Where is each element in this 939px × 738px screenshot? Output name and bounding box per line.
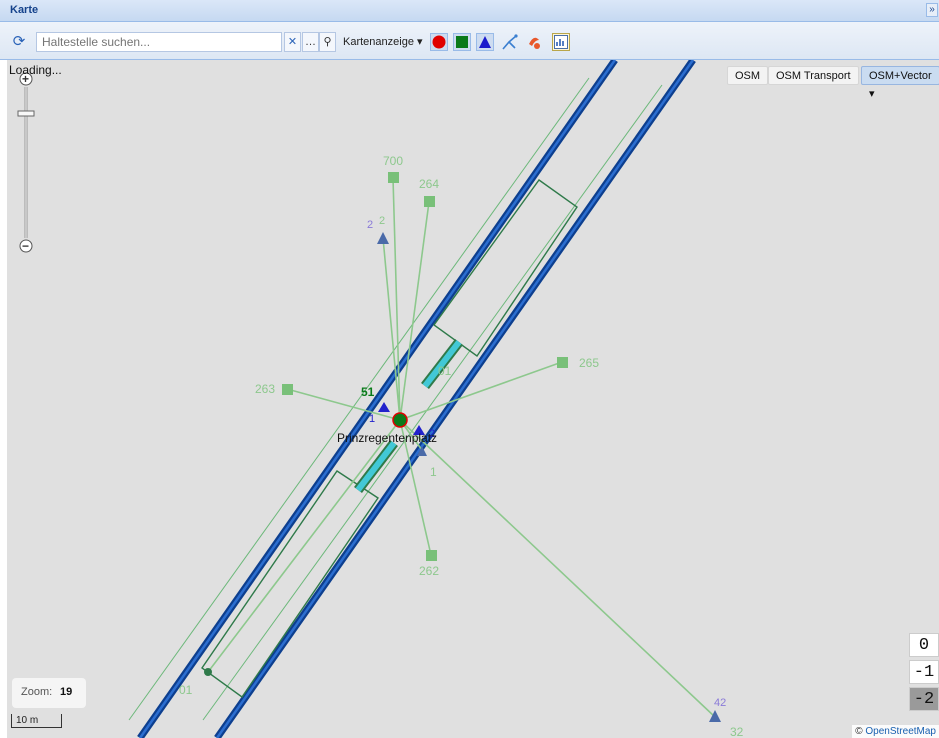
stop-labels: 700 264 265 263 262 1 32 01 01 xyxy=(179,154,744,738)
map-display-dropdown[interactable]: Kartenanzeige ▾ xyxy=(343,32,423,52)
map-attribution: © OpenStreetMap xyxy=(852,725,939,738)
level-0-button[interactable]: 0 xyxy=(909,633,939,657)
label-42: 42 xyxy=(714,697,726,709)
zoom-label: Zoom: xyxy=(21,686,53,698)
blue-triangle-icon xyxy=(479,36,491,48)
green-square-icon xyxy=(456,36,468,48)
orange-connector-icon xyxy=(529,37,540,49)
platform-labels: 2 2 1 2 42 51 xyxy=(361,215,726,709)
panel-title: Karte xyxy=(10,4,39,16)
station-node[interactable] xyxy=(392,412,408,428)
level-minus2-button[interactable]: -2 xyxy=(909,687,939,711)
refresh-icon[interactable]: ⟳ xyxy=(10,32,28,52)
label-51: 51 xyxy=(361,385,375,399)
map-canvas[interactable]: 700 264 265 263 262 1 32 01 01 2 2 1 2 4… xyxy=(7,60,939,738)
zoom-value: 19 xyxy=(60,686,73,698)
label-264: 264 xyxy=(419,177,439,191)
zoom-slider[interactable] xyxy=(17,72,35,253)
clear-search-button[interactable]: ✕ xyxy=(284,32,301,52)
stop-area-layer-button[interactable] xyxy=(453,33,471,51)
map-toolbar: ⟳ ✕ … ⚲ Kartenanzeige ▾ xyxy=(0,22,939,60)
collapse-panel-button[interactable]: » xyxy=(926,3,938,17)
label-2b: 2 xyxy=(379,215,385,227)
route-fork-icon xyxy=(502,34,518,50)
label-32: 32 xyxy=(730,725,744,738)
stop-point-layer-button[interactable] xyxy=(430,33,448,51)
red-circle-icon xyxy=(432,35,446,49)
chart-export-icon xyxy=(554,35,568,49)
label-700: 700 xyxy=(383,154,403,168)
map-view[interactable]: 700 264 265 263 262 1 32 01 01 2 2 1 2 4… xyxy=(7,60,939,738)
zoom-out-button[interactable]: − xyxy=(22,239,29,253)
stop-search-input[interactable] xyxy=(36,32,282,52)
attribution-prefix: © xyxy=(855,726,866,737)
more-options-button[interactable]: … xyxy=(302,32,319,52)
openstreetmap-link[interactable]: OpenStreetMap xyxy=(865,726,936,737)
tram-tracks xyxy=(128,60,696,738)
label-01b: 01 xyxy=(438,364,452,378)
zoom-slider-handle xyxy=(17,110,35,117)
search-button[interactable]: ⚲ xyxy=(319,32,336,52)
zoom-indicator: Zoom: 19 xyxy=(12,678,86,708)
basemap-osm-vector-button[interactable]: OSM+Vector ▾ xyxy=(861,66,939,100)
label-263: 263 xyxy=(255,382,275,396)
platform-layer-button[interactable] xyxy=(476,33,494,51)
label-1b: 1 xyxy=(369,413,375,425)
label-262: 262 xyxy=(419,564,439,578)
loading-text: Loading... xyxy=(9,63,62,77)
scale-bar: 10 m xyxy=(11,714,62,728)
export-layer-button[interactable] xyxy=(552,33,570,51)
label-1a: 1 xyxy=(430,465,437,479)
label-2a: 2 xyxy=(367,219,373,231)
station-label: Prinzregentenplatz xyxy=(337,431,437,445)
map-panel-header: Karte » xyxy=(0,0,939,22)
connection-layer-button[interactable] xyxy=(524,32,544,52)
label-01: 01 xyxy=(179,683,193,697)
label-265: 265 xyxy=(579,356,599,370)
basemap-osm-button[interactable]: OSM xyxy=(727,66,769,85)
route-layer-button[interactable] xyxy=(500,32,520,52)
level-minus1-button[interactable]: -1 xyxy=(909,660,939,684)
basemap-osm-transport-button[interactable]: OSM Transport xyxy=(768,66,859,85)
